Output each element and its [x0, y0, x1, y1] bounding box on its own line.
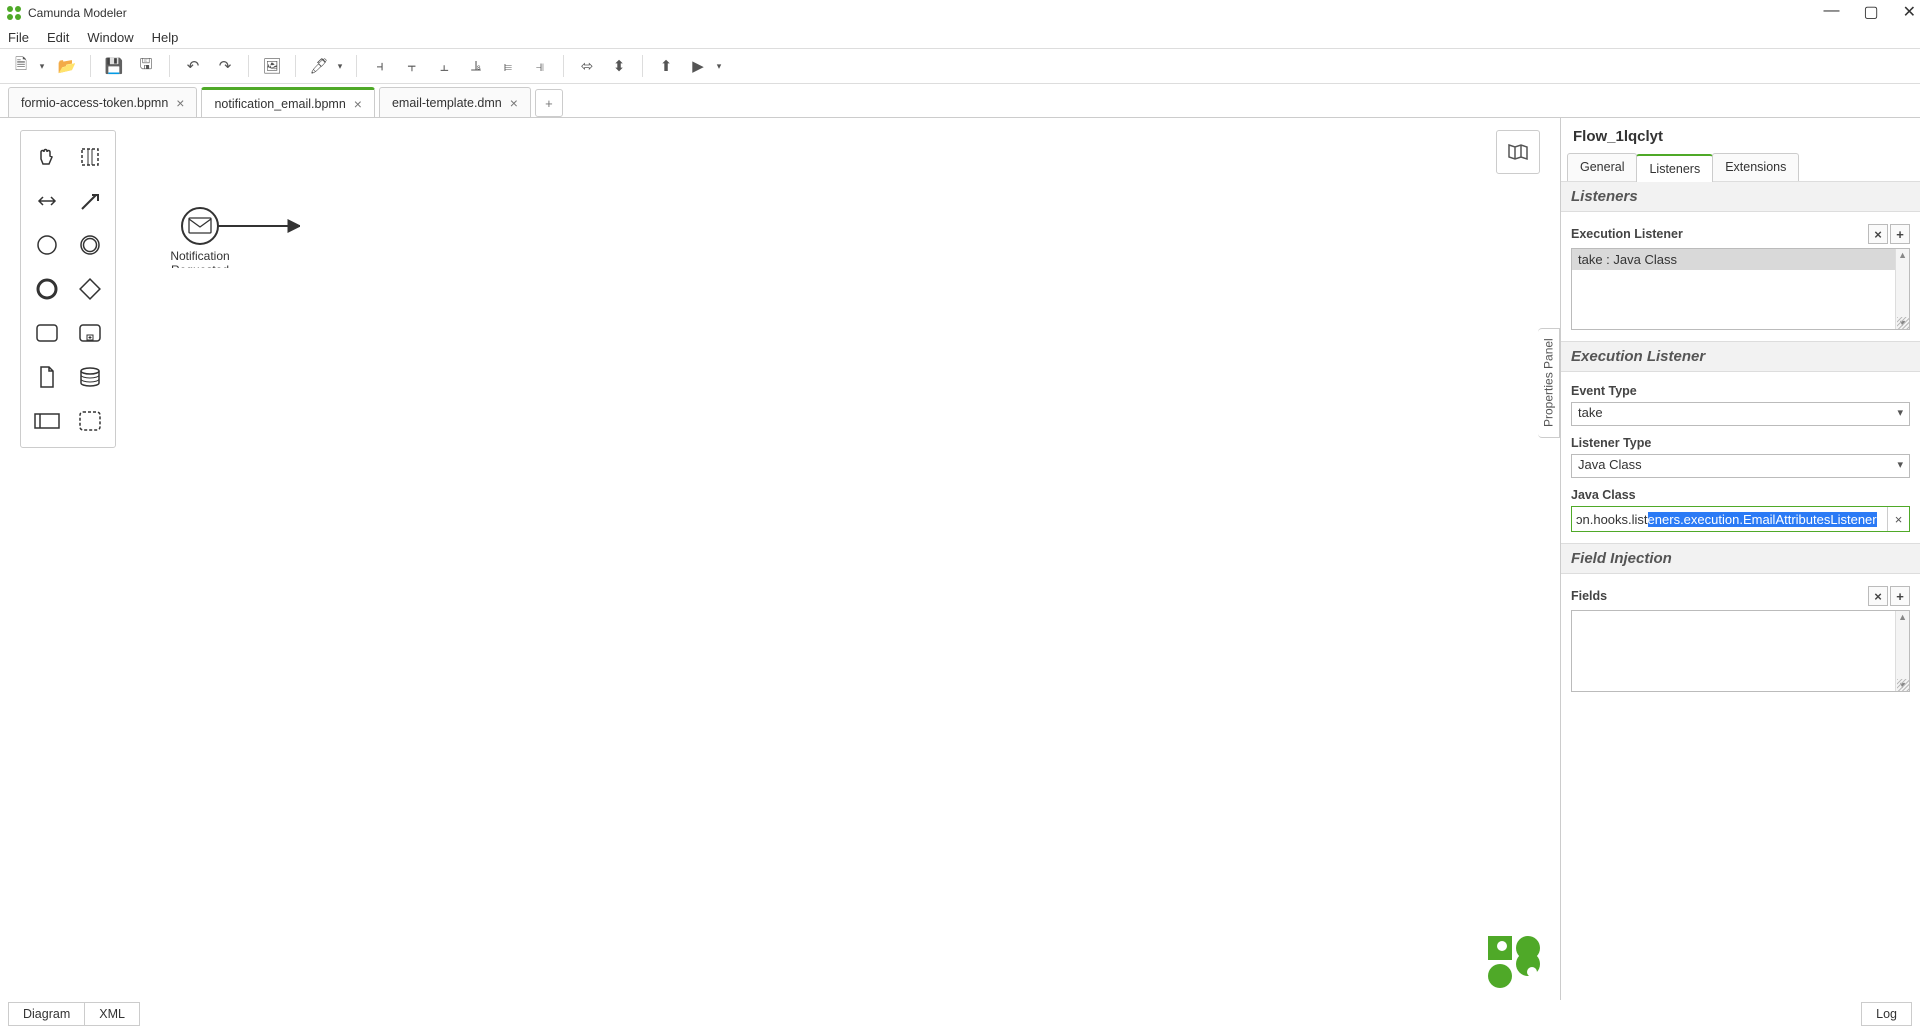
properties-tabs: General Listeners Extensions: [1561, 153, 1920, 182]
align-center-v-icon[interactable]: ⫢: [495, 53, 521, 79]
save-icon[interactable]: 💾: [101, 53, 127, 79]
execution-listener-list[interactable]: take : Java Class ▲▼: [1571, 248, 1910, 330]
close-tab-icon[interactable]: ×: [354, 96, 362, 112]
view-tab-diagram[interactable]: Diagram: [8, 1002, 85, 1026]
distribute-h-icon[interactable]: ⬄: [574, 53, 600, 79]
close-tab-icon[interactable]: ×: [176, 95, 184, 111]
clear-input-button[interactable]: ×: [1887, 507, 1909, 531]
log-button[interactable]: Log: [1861, 1002, 1912, 1026]
minimap-button[interactable]: [1496, 130, 1540, 174]
execution-listener-label: Execution Listener: [1571, 227, 1683, 241]
bpmn-canvas[interactable]: Notification Requested Email Template em…: [0, 118, 300, 268]
deploy-icon[interactable]: ⬆: [653, 53, 679, 79]
menu-file[interactable]: File: [8, 30, 29, 45]
gateway-icon[interactable]: [68, 267, 111, 311]
align-center-h-icon[interactable]: ⫟: [399, 53, 425, 79]
event-type-label: Event Type: [1571, 384, 1637, 398]
section-exec-listener-heading: Execution Listener: [1561, 341, 1920, 372]
remove-field-button[interactable]: ×: [1868, 586, 1888, 606]
subprocess-icon[interactable]: [68, 311, 111, 355]
file-tab-label: email-template.dmn: [392, 96, 502, 110]
app-title: Camunda Modeler: [28, 6, 127, 20]
undo-icon[interactable]: ↶: [180, 53, 206, 79]
view-mode-tabs: Diagram XML: [8, 1002, 139, 1026]
file-tab[interactable]: formio-access-token.bpmn ×: [8, 87, 197, 117]
save-all-icon[interactable]: 🖫: [133, 53, 159, 79]
log-panel-toggle: Log: [1861, 1002, 1912, 1026]
minimize-button[interactable]: —: [1823, 2, 1839, 22]
close-window-button[interactable]: ✕: [1903, 2, 1916, 22]
file-tab-label: notification_email.bpmn: [214, 97, 345, 111]
align-top-icon[interactable]: ⫡: [463, 53, 489, 79]
redo-icon[interactable]: ↷: [212, 53, 238, 79]
file-tab[interactable]: email-template.dmn ×: [379, 87, 531, 117]
listener-type-select[interactable]: Java Class: [1571, 454, 1910, 478]
data-object-icon[interactable]: [25, 355, 68, 399]
section-field-injection-heading: Field Injection: [1561, 543, 1920, 574]
start-event[interactable]: [182, 208, 218, 244]
listener-type-label: Listener Type: [1571, 436, 1651, 450]
fields-list[interactable]: ▲▼: [1571, 610, 1910, 692]
add-field-button[interactable]: +: [1890, 586, 1910, 606]
camunda-logo-icon: [1488, 936, 1540, 988]
align-right-icon[interactable]: ⫠: [431, 53, 457, 79]
open-file-icon[interactable]: 📂: [54, 53, 80, 79]
file-tab[interactable]: notification_email.bpmn ×: [201, 87, 375, 117]
add-listener-button[interactable]: +: [1890, 224, 1910, 244]
tab-extensions[interactable]: Extensions: [1712, 153, 1799, 181]
menu-help[interactable]: Help: [152, 30, 179, 45]
start-event-label: Notification: [170, 249, 229, 263]
canvas-area[interactable]: Properties Panel Notification Requested: [0, 118, 1560, 1000]
window-controls: — ▢ ✕: [1823, 2, 1916, 22]
event-type-select[interactable]: take: [1571, 402, 1910, 426]
remove-listener-button[interactable]: ×: [1868, 224, 1888, 244]
properties-panel-toggle[interactable]: Properties Panel: [1538, 328, 1560, 438]
end-event-icon[interactable]: [25, 267, 68, 311]
file-tab-label: formio-access-token.bpmn: [21, 96, 168, 110]
tab-general[interactable]: General: [1567, 153, 1637, 181]
title-bar: Camunda Modeler: [0, 0, 1920, 26]
new-file-dropdown-icon[interactable]: ▾: [36, 53, 48, 79]
add-tab-button[interactable]: +: [535, 89, 563, 117]
color-dropdown-icon[interactable]: ▾: [334, 53, 346, 79]
align-bottom-icon[interactable]: ⫣: [527, 53, 553, 79]
tab-listeners[interactable]: Listeners: [1636, 154, 1713, 182]
app-logo-icon: [6, 5, 22, 21]
run-dropdown-icon[interactable]: ▾: [713, 53, 725, 79]
maximize-button[interactable]: ▢: [1863, 2, 1878, 22]
properties-panel: Flow_1lqclyt General Listeners Extension…: [1560, 118, 1920, 1000]
section-listeners-heading: Listeners: [1561, 181, 1920, 212]
file-tab-strip: formio-access-token.bpmn × notification_…: [0, 84, 1920, 118]
view-tab-xml[interactable]: XML: [84, 1002, 140, 1026]
image-icon[interactable]: 🖼: [259, 53, 285, 79]
fields-label: Fields: [1571, 589, 1607, 603]
toolbar: 🗎▾ 📂 💾 🖫 ↶ ↷ 🖼 🖊▾ ⫞ ⫟ ⫠ ⫡ ⫢ ⫣ ⬄ ⬍ ⬆ ▶▾: [0, 48, 1920, 84]
menu-edit[interactable]: Edit: [47, 30, 69, 45]
group-icon[interactable]: [68, 399, 111, 443]
color-icon[interactable]: 🖊: [306, 53, 332, 79]
java-class-label: Java Class: [1571, 488, 1636, 502]
listener-item[interactable]: take : Java Class: [1572, 249, 1909, 270]
distribute-v-icon[interactable]: ⬍: [606, 53, 632, 79]
align-left-icon[interactable]: ⫞: [367, 53, 393, 79]
task-icon[interactable]: [25, 311, 68, 355]
main-area: Properties Panel Notification Requested: [0, 118, 1920, 1000]
element-id: Flow_1lqclyt: [1561, 118, 1920, 153]
start-event-label: Requested: [171, 263, 229, 268]
new-file-icon[interactable]: 🗎: [8, 53, 34, 79]
run-icon[interactable]: ▶: [685, 53, 711, 79]
menu-bar: File Edit Window Help: [0, 26, 1920, 48]
pool-icon[interactable]: [25, 399, 68, 443]
menu-window[interactable]: Window: [87, 30, 133, 45]
close-tab-icon[interactable]: ×: [510, 95, 518, 111]
java-class-input[interactable]: ɔn.hooks.listeners.execution.EmailAttrib…: [1571, 506, 1910, 532]
data-store-icon[interactable]: [68, 355, 111, 399]
